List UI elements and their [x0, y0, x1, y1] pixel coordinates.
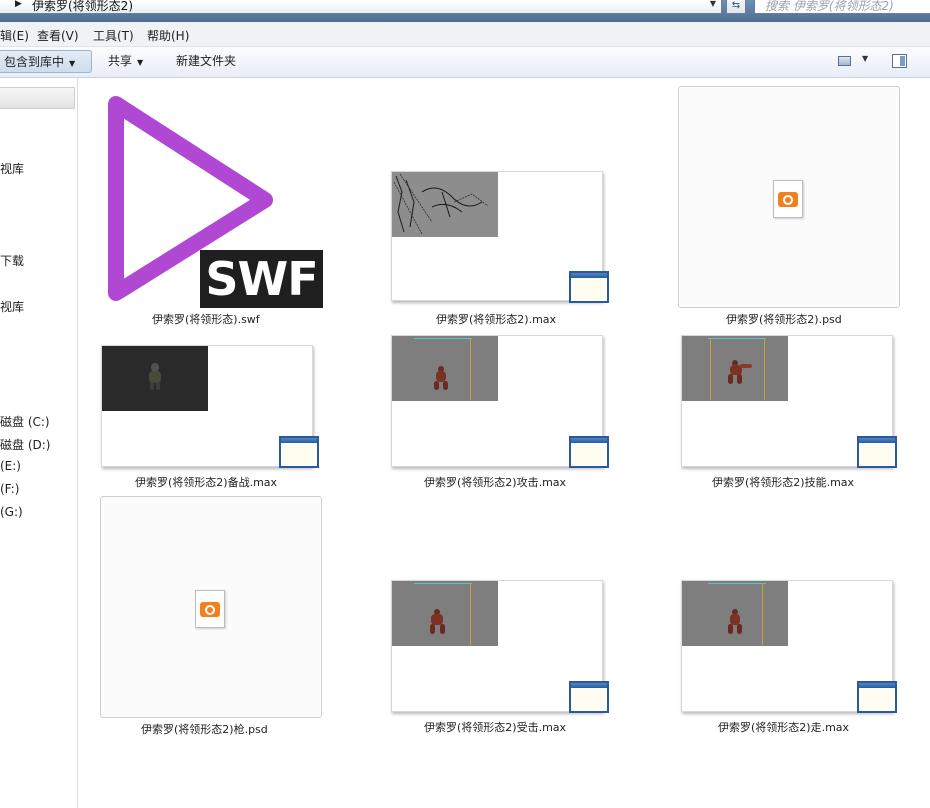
menu-help[interactable]: 帮助(H)	[147, 27, 189, 44]
file-tile[interactable]: 伊索罗(将领形态2)攻击.max	[388, 333, 628, 503]
title-bar: ▶ 伊索罗(将领形态2) ▼ ⇆ 搜索 伊索罗(将领形态2)	[0, 0, 930, 22]
window-app-icon	[569, 681, 609, 713]
thumbnail-viewport	[392, 172, 498, 237]
menu-tools[interactable]: 工具(T)	[93, 27, 134, 44]
new-folder-label: 新建文件夹	[176, 54, 237, 68]
file-thumbnail	[678, 86, 900, 308]
file-tile[interactable]: 伊索罗(将领形态2)走.max	[676, 578, 916, 748]
window-app-icon	[569, 271, 609, 303]
file-tile[interactable]: 伊索罗(将领形态2).psd	[676, 86, 916, 328]
file-tile[interactable]: 伊索罗(将领形态2).max	[388, 168, 628, 328]
file-name[interactable]: 伊索罗(将领形态2).psd	[726, 311, 842, 327]
new-folder-button[interactable]: 新建文件夹	[176, 50, 236, 73]
nav-item-downloads[interactable]: 下载	[0, 252, 24, 269]
chevron-right-icon[interactable]: ▶	[15, 0, 22, 9]
thumbnail-viewport	[682, 581, 788, 646]
include-in-library-label: 包含到库中	[4, 55, 65, 69]
chevron-down-icon: ▼	[69, 59, 76, 68]
nav-favorites-header[interactable]	[0, 87, 75, 109]
chevron-down-icon[interactable]: ▼	[862, 54, 868, 63]
file-tile[interactable]: SWF 伊索罗(将领形态).swf	[78, 78, 338, 328]
file-list: SWF 伊索罗(将领形态).swf 伊索罗(将领形态2).max 伊索罗(将领形…	[78, 78, 930, 808]
thumbnail-viewport	[102, 346, 208, 411]
nav-item-drive-e[interactable]: (E:)	[0, 459, 21, 473]
character-model	[430, 609, 445, 635]
file-name[interactable]: 伊索罗(将领形态2)走.max	[718, 719, 849, 735]
view-options-icon[interactable]	[838, 56, 851, 66]
share-label: 共享	[108, 54, 133, 68]
wireframe-sketch	[392, 172, 498, 237]
thumbnail-viewport	[392, 336, 498, 401]
refresh-icon[interactable]: ⇆	[726, 0, 746, 14]
menu-view[interactable]: 查看(V)	[37, 27, 79, 44]
character-model	[434, 366, 448, 392]
search-input[interactable]: 搜索 伊索罗(将领形态2)	[754, 0, 930, 14]
thumbnail-viewport	[682, 336, 788, 401]
share-button[interactable]: 共享 ▼	[108, 50, 143, 73]
file-tile[interactable]: 伊索罗(将领形态2)技能.max	[676, 333, 916, 503]
file-name[interactable]: 伊索罗(将领形态).swf	[152, 311, 260, 327]
menu-bar: 辑(E) 查看(V) 工具(T) 帮助(H)	[0, 22, 930, 47]
file-thumbnail	[100, 496, 322, 718]
nav-item-drive-d[interactable]: 磁盘 (D:)	[0, 436, 50, 453]
character-model	[148, 363, 162, 390]
preview-pane-icon[interactable]	[892, 54, 907, 68]
nav-item-drive-f[interactable]: (F:)	[0, 482, 19, 496]
chevron-down-icon: ▼	[137, 58, 144, 67]
file-name[interactable]: 伊索罗(将领形态2)备战.max	[135, 474, 277, 490]
nav-item-drive-c[interactable]: 磁盘 (C:)	[0, 413, 50, 430]
window-app-icon	[857, 681, 897, 713]
file-tile[interactable]: 伊索罗(将领形态2)受击.max	[388, 578, 628, 748]
file-name[interactable]: 伊索罗(将领形态2)攻击.max	[424, 474, 566, 490]
chevron-down-icon[interactable]: ▼	[710, 0, 716, 8]
character-model	[728, 360, 752, 386]
include-in-library-button[interactable]: 包含到库中 ▼	[0, 50, 92, 73]
window-app-icon	[857, 436, 897, 468]
nav-item-drive-g[interactable]: (G:)	[0, 505, 23, 519]
menu-edit[interactable]: 辑(E)	[0, 27, 29, 44]
photoshop-file-icon	[195, 590, 225, 628]
nav-item-video-library[interactable]: 视库	[0, 160, 24, 177]
search-placeholder: 搜索 伊索罗(将领形态2)	[765, 0, 894, 13]
address-bar[interactable]: ▶ 伊索罗(将领形态2) ▼	[0, 0, 722, 14]
address-path[interactable]: 伊索罗(将领形态2)	[32, 0, 133, 14]
file-tile[interactable]: 伊索罗(将领形态2)备战.max	[98, 343, 338, 503]
file-name[interactable]: 伊索罗(将领形态2).max	[436, 311, 556, 327]
navigation-pane: 视库 下载 视库 磁盘 (C:) 磁盘 (D:) (E:) (F:) (G:)	[0, 78, 78, 808]
nav-item-video-library-2[interactable]: 视库	[0, 298, 24, 315]
swf-badge: SWF	[200, 250, 323, 308]
window-app-icon	[279, 436, 319, 468]
photoshop-file-icon	[773, 180, 803, 218]
file-name[interactable]: 伊索罗(将领形态2)受击.max	[424, 719, 566, 735]
command-bar: 包含到库中 ▼ 共享 ▼ 新建文件夹 ▼	[0, 47, 930, 78]
file-name[interactable]: 伊索罗(将领形态2)技能.max	[712, 474, 854, 490]
window-app-icon	[569, 436, 609, 468]
character-model	[728, 609, 742, 635]
file-name[interactable]: 伊索罗(将领形态2)枪.psd	[141, 721, 268, 737]
file-tile[interactable]: 伊索罗(将领形态2)枪.psd	[98, 496, 338, 746]
thumbnail-viewport	[392, 581, 498, 646]
